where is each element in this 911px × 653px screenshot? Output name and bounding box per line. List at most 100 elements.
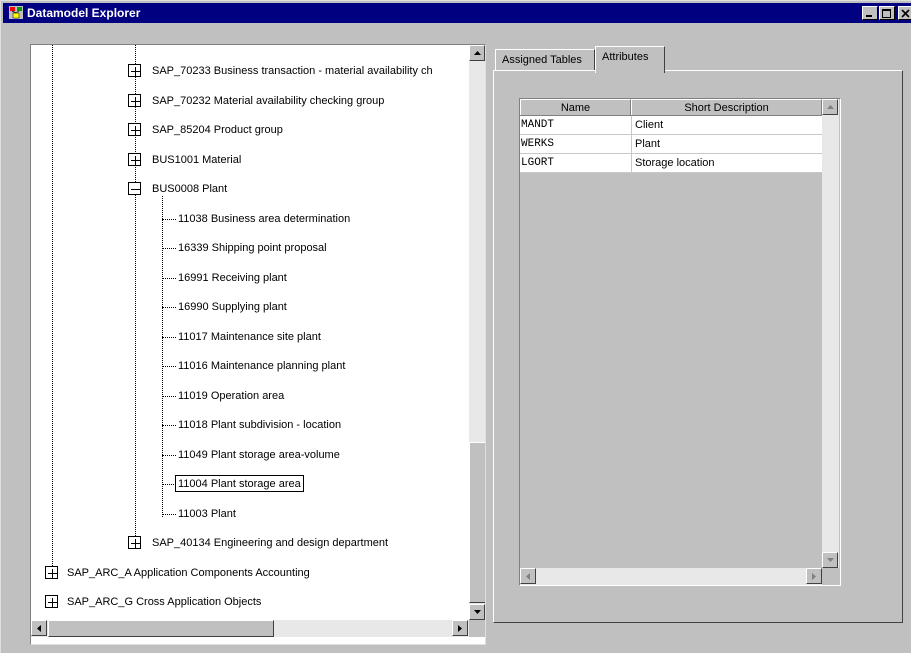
datamodel-tree: SAP_70233 Business transaction - materia… (30, 44, 486, 645)
attributes-grid: Name Short Description MANDT Client WERK… (519, 98, 841, 586)
tree-node-bus1001[interactable]: BUS1001 Material (128, 152, 468, 168)
title-bar[interactable]: Datamodel Explorer (3, 3, 911, 23)
arrow-right-icon (812, 573, 816, 580)
tree-vertical-scrollbar[interactable] (469, 45, 485, 620)
cell-name: MANDT (521, 119, 555, 131)
arrow-up-icon (474, 51, 481, 55)
cell-description: Client (635, 119, 664, 131)
tab-assigned-tables[interactable]: Assigned Tables (495, 49, 595, 71)
details-tabs: Assigned Tables Attributes Name Short De… (493, 44, 903, 624)
tab-attributes[interactable]: Attributes (595, 46, 665, 73)
tree-node-11016[interactable]: 11016 Maintenance planning plant (162, 358, 462, 374)
datamodel-explorer-window: Datamodel Explorer SAP_70233 Business tr… (0, 0, 911, 653)
grid-vertical-scrollbar[interactable] (822, 99, 839, 568)
tree-node-label: SAP_70232 Material availability checking… (152, 95, 385, 107)
close-icon (901, 9, 910, 18)
scroll-left-button[interactable] (31, 620, 47, 636)
table-row[interactable]: WERKS Plant (520, 135, 822, 154)
cell-name: WERKS (521, 138, 555, 150)
tree-node-11004-selected[interactable]: 11004 Plant storage area (162, 475, 462, 492)
tree-horizontal-scrollbar[interactable] (31, 620, 469, 637)
scrollbar-corner (469, 620, 485, 637)
expand-plus-icon[interactable] (128, 123, 141, 136)
tree-node-11019[interactable]: 11019 Operation area (162, 388, 462, 404)
scroll-right-button[interactable] (452, 620, 468, 636)
collapse-minus-icon[interactable] (128, 182, 141, 195)
tree-node-label: 11004 Plant storage area (175, 475, 304, 492)
minimize-button[interactable] (862, 6, 878, 20)
tree-connector (52, 45, 53, 570)
tree-node-label: 16339 Shipping point proposal (178, 242, 327, 254)
tree-node-11038[interactable]: 11038 Business area determination (162, 211, 462, 227)
scroll-down-button[interactable] (822, 552, 838, 568)
tree-node-label: BUS1001 Material (152, 154, 242, 166)
tree-node-sap-40134[interactable]: SAP_40134 Engineering and design departm… (128, 535, 468, 551)
tree-node-16991[interactable]: 16991 Receiving plant (162, 270, 462, 286)
attributes-tab-panel: Name Short Description MANDT Client WERK… (493, 70, 903, 623)
grid-header: Name Short Description (520, 99, 822, 116)
tree-node-16339[interactable]: 16339 Shipping point proposal (162, 240, 462, 256)
maximize-icon (882, 9, 891, 18)
tree-node-label: SAP_85204 Product group (152, 124, 283, 136)
tree-view[interactable]: SAP_70233 Business transaction - materia… (31, 45, 469, 620)
scroll-up-button[interactable] (469, 45, 485, 61)
column-header-name[interactable]: Name (520, 99, 631, 115)
scroll-thumb[interactable] (469, 442, 485, 603)
minimize-icon (866, 15, 872, 17)
tree-node-label: 11003 Plant (178, 508, 236, 520)
expand-plus-icon[interactable] (45, 595, 58, 608)
tree-node-11018[interactable]: 11018 Plant subdivision - location (162, 417, 462, 433)
app-icon (9, 6, 23, 19)
tree-node-label: 11018 Plant subdivision - location (178, 419, 342, 431)
arrow-left-icon (526, 573, 530, 580)
expand-plus-icon[interactable] (128, 153, 141, 166)
tree-node-11049[interactable]: 11049 Plant storage area-volume (162, 447, 462, 463)
scroll-left-button[interactable] (520, 568, 536, 584)
arrow-down-icon (827, 558, 834, 562)
tree-node-label: BUS0008 Plant (152, 183, 228, 195)
cell-description: Storage location (635, 157, 715, 169)
scroll-up-button[interactable] (822, 99, 838, 115)
tree-node-label: SAP_ARC_G Cross Application Objects (67, 596, 262, 608)
table-row[interactable]: MANDT Client (520, 116, 822, 135)
grid-horizontal-scrollbar[interactable] (520, 568, 822, 585)
tree-node-sap-70232[interactable]: SAP_70232 Material availability checking… (128, 93, 468, 109)
column-header-short-description[interactable]: Short Description (631, 99, 822, 115)
tree-connector (135, 45, 136, 542)
scroll-right-button[interactable] (806, 568, 822, 584)
scroll-down-button[interactable] (469, 604, 485, 620)
cell-description: Plant (635, 138, 661, 150)
tree-node-11003[interactable]: 11003 Plant (162, 506, 462, 522)
tree-node-label: 11019 Operation area (178, 390, 285, 402)
arrow-down-icon (474, 610, 481, 614)
tree-node-label: 11016 Maintenance planning plant (178, 360, 346, 372)
tree-node-16990[interactable]: 16990 Supplying plant (162, 299, 462, 315)
tree-node-sap-arc-g[interactable]: SAP_ARC_G Cross Application Objects (45, 594, 465, 610)
tree-node-label: SAP_ARC_A Application Components Account… (67, 567, 310, 579)
tree-node-sap-70233[interactable]: SAP_70233 Business transaction - materia… (128, 63, 468, 79)
arrow-left-icon (37, 625, 41, 632)
tree-node-sap-85204[interactable]: SAP_85204 Product group (128, 122, 468, 138)
tree-node-label: 16990 Supplying plant (178, 301, 287, 313)
table-row[interactable]: LGORT Storage location (520, 154, 822, 173)
arrow-right-icon (458, 625, 462, 632)
close-button[interactable] (898, 6, 911, 20)
expand-plus-icon[interactable] (128, 64, 141, 77)
scroll-thumb[interactable] (48, 620, 274, 637)
arrow-up-icon (827, 105, 834, 109)
tree-node-label: 16991 Receiving plant (178, 272, 287, 284)
expand-plus-icon[interactable] (128, 536, 141, 549)
tree-node-label: 11038 Business area determination (178, 213, 351, 225)
expand-plus-icon[interactable] (128, 94, 141, 107)
window-title: Datamodel Explorer (27, 6, 141, 20)
tree-node-label: SAP_70233 Business transaction - materia… (152, 65, 433, 77)
tree-node-sap-arc-a[interactable]: SAP_ARC_A Application Components Account… (45, 565, 465, 581)
expand-plus-icon[interactable] (45, 566, 58, 579)
tree-node-bus0008[interactable]: BUS0008 Plant (128, 181, 468, 197)
tree-node-label: 11017 Maintenance site plant (178, 331, 321, 343)
cell-name: LGORT (521, 157, 555, 169)
tree-node-11017[interactable]: 11017 Maintenance site plant (162, 329, 462, 345)
tree-node-label: SAP_40134 Engineering and design departm… (152, 537, 389, 549)
tree-node-label: 11049 Plant storage area-volume (178, 449, 340, 461)
maximize-button[interactable] (879, 6, 895, 20)
